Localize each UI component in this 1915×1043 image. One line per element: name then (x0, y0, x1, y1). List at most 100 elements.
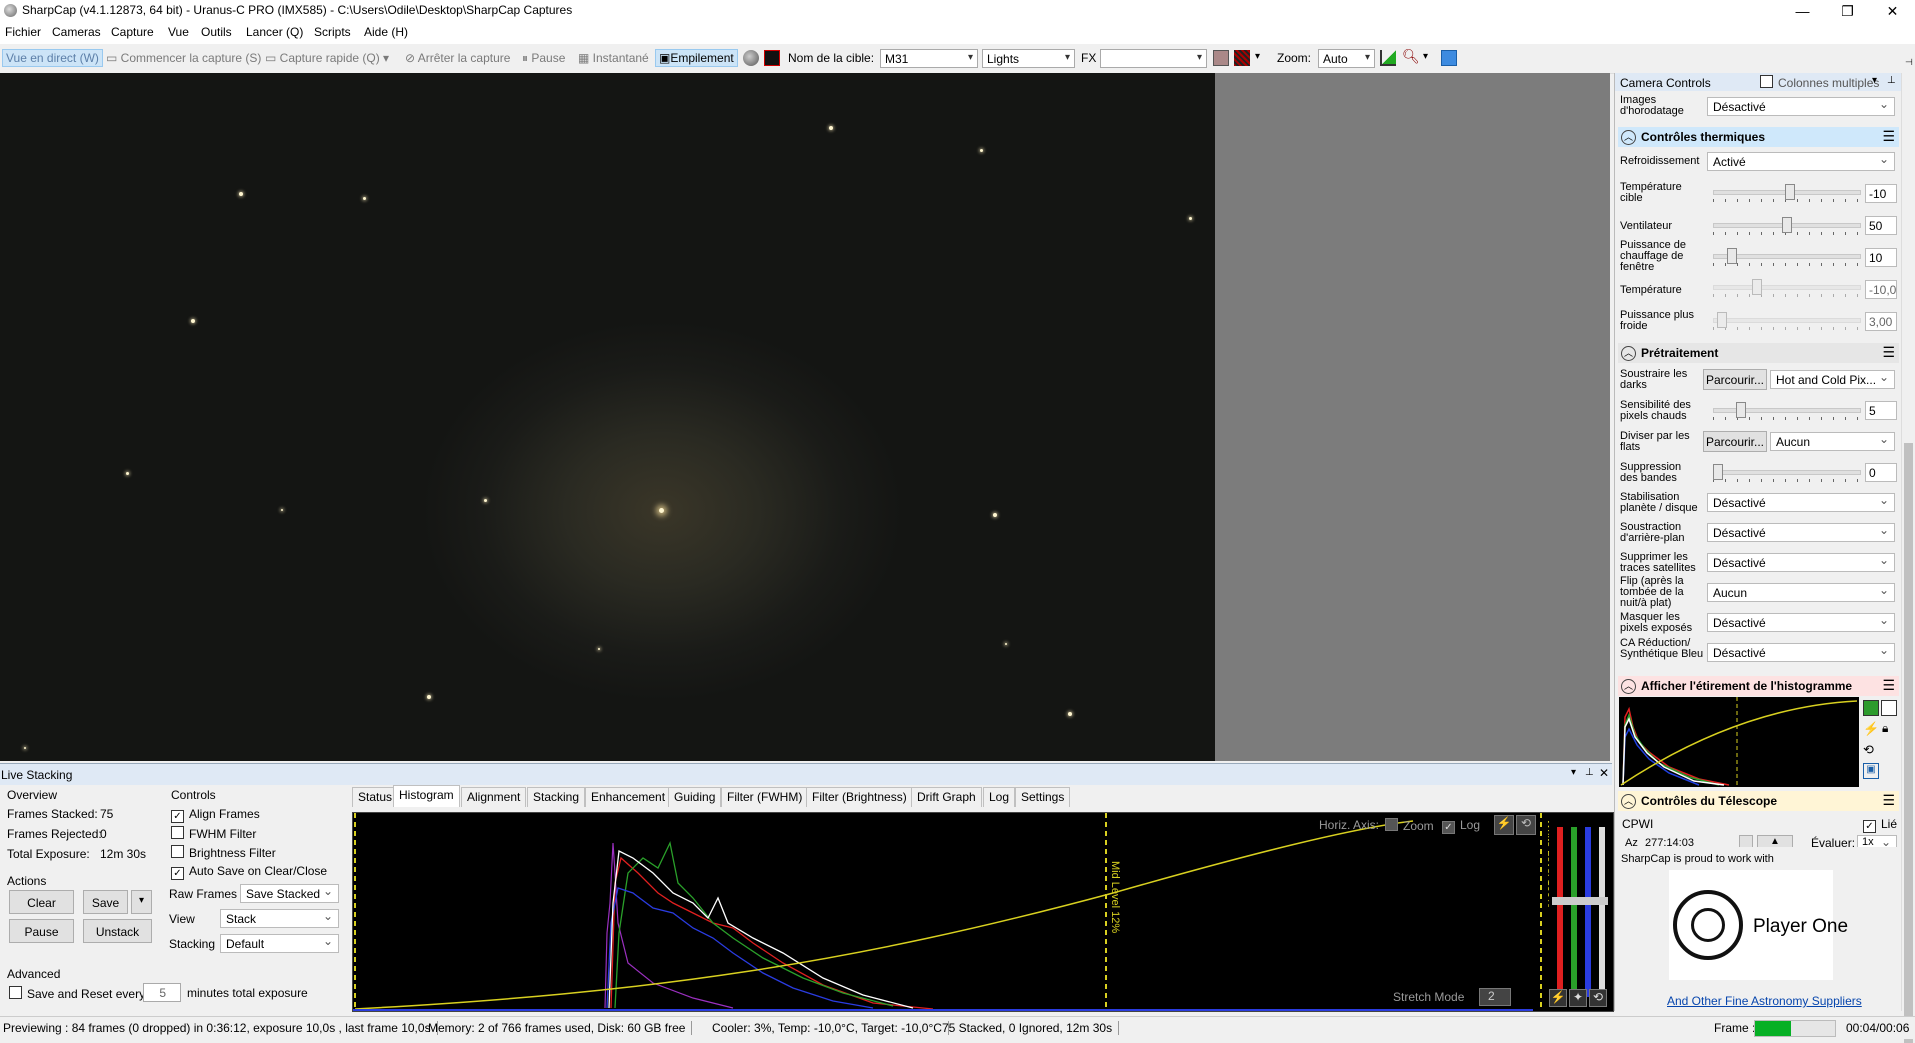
menu-aide[interactable]: Aide (H) (364, 25, 408, 39)
collapse-icon[interactable]: ︿ (1621, 130, 1636, 145)
multi-columns-toggle[interactable]: Colonnes multiples (1760, 75, 1879, 90)
reset-icon[interactable]: ⟲ (1516, 815, 1536, 835)
banding-slider[interactable] (1713, 463, 1861, 485)
menu-capture[interactable]: Capture (111, 25, 154, 39)
tab-stacking[interactable]: Stacking (527, 787, 586, 807)
tab-filter-fwhm[interactable]: Filter (FWHM) (721, 787, 809, 807)
cooling-select[interactable]: Activé (1707, 152, 1895, 171)
mask-select[interactable]: Désactivé (1707, 613, 1895, 632)
thermal-section-header[interactable]: ︿ Contrôles thermiques ☰ (1618, 127, 1899, 147)
minimize-button[interactable]: — (1780, 0, 1825, 22)
brightness-filter-checkbox[interactable] (171, 845, 184, 858)
sponsor-link[interactable]: And Other Fine Astronomy Suppliers (1667, 994, 1862, 1008)
tab-histogram[interactable]: Histogram (393, 785, 460, 807)
contrast-icon[interactable] (1881, 700, 1897, 716)
luminance-level-slider[interactable] (1599, 827, 1605, 997)
section-menu-icon[interactable]: ☰ (1882, 345, 1895, 359)
dock-pin-icon[interactable]: ⊥ (1585, 767, 1594, 778)
pause-button[interactable]: ⏸ Pause (522, 51, 565, 66)
section-menu-icon[interactable]: ☰ (1882, 793, 1895, 807)
tab-status[interactable]: Status (352, 787, 399, 807)
tab-log[interactable]: Log (983, 787, 1016, 807)
fx-select[interactable] (1100, 49, 1207, 68)
menu-cameras[interactable]: Cameras (52, 25, 101, 39)
align-frames-toggle[interactable]: ✓ Align Frames (171, 807, 260, 823)
save-icon[interactable]: ▣ (1863, 763, 1879, 779)
hot-pixel-slider[interactable] (1713, 401, 1861, 423)
menu-fichier[interactable]: Fichier (5, 25, 41, 39)
star-icon[interactable]: ✦ (1569, 989, 1587, 1007)
stop-capture-button[interactable]: ⊘ Arrêter la capture (405, 51, 510, 65)
slider-thumb[interactable] (1782, 217, 1792, 233)
close-button[interactable]: ✕ (1870, 0, 1915, 22)
zoom-checkbox[interactable] (1385, 818, 1398, 831)
save-button[interactable]: Save (83, 890, 128, 914)
preprocessing-section-header[interactable]: ︿ Prétraitement ☰ (1618, 343, 1899, 363)
collapse-icon[interactable]: ︿ (1621, 346, 1636, 361)
browse-darks-button[interactable]: Parcourir... (1703, 369, 1767, 390)
tab-alignment[interactable]: Alignment (461, 787, 527, 807)
section-menu-icon[interactable]: ☰ (1882, 678, 1895, 692)
magnifier-dropdown-icon[interactable]: ▾ (1423, 51, 1428, 62)
heater-slider[interactable] (1713, 247, 1861, 269)
dock-close-icon[interactable]: ✕ (1599, 766, 1609, 780)
dock-menu-icon[interactable]: ▾ (1571, 767, 1576, 778)
panel-menu-icon[interactable]: ▾ (1872, 75, 1877, 86)
zoom-toggle[interactable]: Zoom (1385, 818, 1434, 833)
live-view-button[interactable]: Vue en direct (W) (2, 49, 103, 67)
red-level-slider[interactable] (1557, 827, 1563, 997)
autosave-checkbox[interactable]: ✓ (171, 867, 184, 880)
quick-capture-button[interactable]: ▭ Capture rapide (Q) ▾ (265, 51, 389, 65)
autosave-toggle[interactable]: ✓ Auto Save on Clear/Close (171, 864, 327, 880)
darks-select[interactable]: Hot and Cold Pix... (1770, 370, 1895, 389)
up-arrow-icon[interactable]: ▲ (1757, 835, 1793, 847)
telescope-section-header[interactable]: ︿ Contrôles du Télescope ☰ (1618, 791, 1899, 811)
image-viewer[interactable] (0, 73, 1610, 761)
tab-drift-graph[interactable]: Drift Graph (911, 787, 982, 807)
blue-level-slider[interactable] (1585, 827, 1591, 997)
zoom-select[interactable]: Auto (1318, 49, 1375, 68)
tab-filter-brightness[interactable]: Filter (Brightness) (806, 787, 913, 807)
pen-icon[interactable] (1441, 50, 1457, 66)
reset-icon[interactable]: ⟲ (1863, 742, 1874, 758)
fwhm-filter-checkbox[interactable] (171, 826, 184, 839)
minutes-stepper[interactable]: 5 (143, 983, 181, 1002)
heater-value[interactable]: 10 (1865, 248, 1897, 267)
slider-thumb[interactable] (1727, 248, 1737, 264)
satellites-select[interactable]: Désactivé (1707, 553, 1895, 572)
maximize-button[interactable]: ❐ (1825, 0, 1870, 22)
browse-flats-button[interactable]: Parcourir... (1703, 431, 1767, 452)
frame-type-select[interactable]: Lights (982, 49, 1075, 68)
timestamp-select[interactable]: Désactivé (1707, 97, 1895, 116)
grid-icon[interactable] (1234, 50, 1250, 66)
tab-enhancement[interactable]: Enhancement (585, 787, 672, 807)
clear-button[interactable]: Clear (9, 890, 74, 914)
linked-toggle[interactable]: ✓ Lié (1863, 817, 1897, 833)
ca-select[interactable]: Désactivé (1707, 643, 1895, 662)
fwhm-filter-toggle[interactable]: FWHM Filter (171, 826, 256, 841)
raw-frames-select[interactable]: Save Stacked (240, 884, 339, 903)
slider-thumb[interactable] (1713, 464, 1723, 480)
toolbar-pin-icon[interactable]: ⊣ (1905, 57, 1913, 68)
menu-lancer[interactable]: Lancer (Q) (246, 25, 303, 39)
stabilization-select[interactable]: Désactivé (1707, 493, 1895, 512)
target-temp-slider[interactable] (1713, 183, 1861, 205)
target-temp-value[interactable]: -10 (1865, 184, 1897, 203)
brightness-filter-toggle[interactable]: Brightness Filter (171, 845, 276, 860)
menu-outils[interactable]: Outils (201, 25, 232, 39)
live-image[interactable] (0, 73, 1215, 761)
green-level-slider[interactable] (1571, 827, 1577, 997)
section-menu-icon[interactable]: ☰ (1882, 129, 1895, 143)
magnifier-icon[interactable]: 🔍︎ (1402, 48, 1420, 65)
overlay-icon[interactable] (1213, 50, 1229, 66)
stacking-histogram[interactable]: Horiz. Axis: Zoom ✓ Log ⚡ ⟲ Mid Level 12%… (352, 812, 1614, 1012)
flip-select[interactable]: Aucun (1707, 583, 1895, 602)
unstack-button[interactable]: Unstack (83, 919, 152, 943)
flats-select[interactable]: Aucun (1770, 432, 1895, 451)
snapshot-button[interactable]: ▦ Instantané (578, 51, 649, 65)
collapse-icon[interactable]: ︿ (1621, 794, 1636, 809)
stacking-button[interactable]: ▣Empilement (655, 49, 738, 67)
rate-select[interactable]: 1x (1857, 835, 1897, 847)
lightning-icon[interactable]: ⚡ (1863, 721, 1879, 737)
log-checkbox[interactable]: ✓ (1442, 821, 1455, 834)
